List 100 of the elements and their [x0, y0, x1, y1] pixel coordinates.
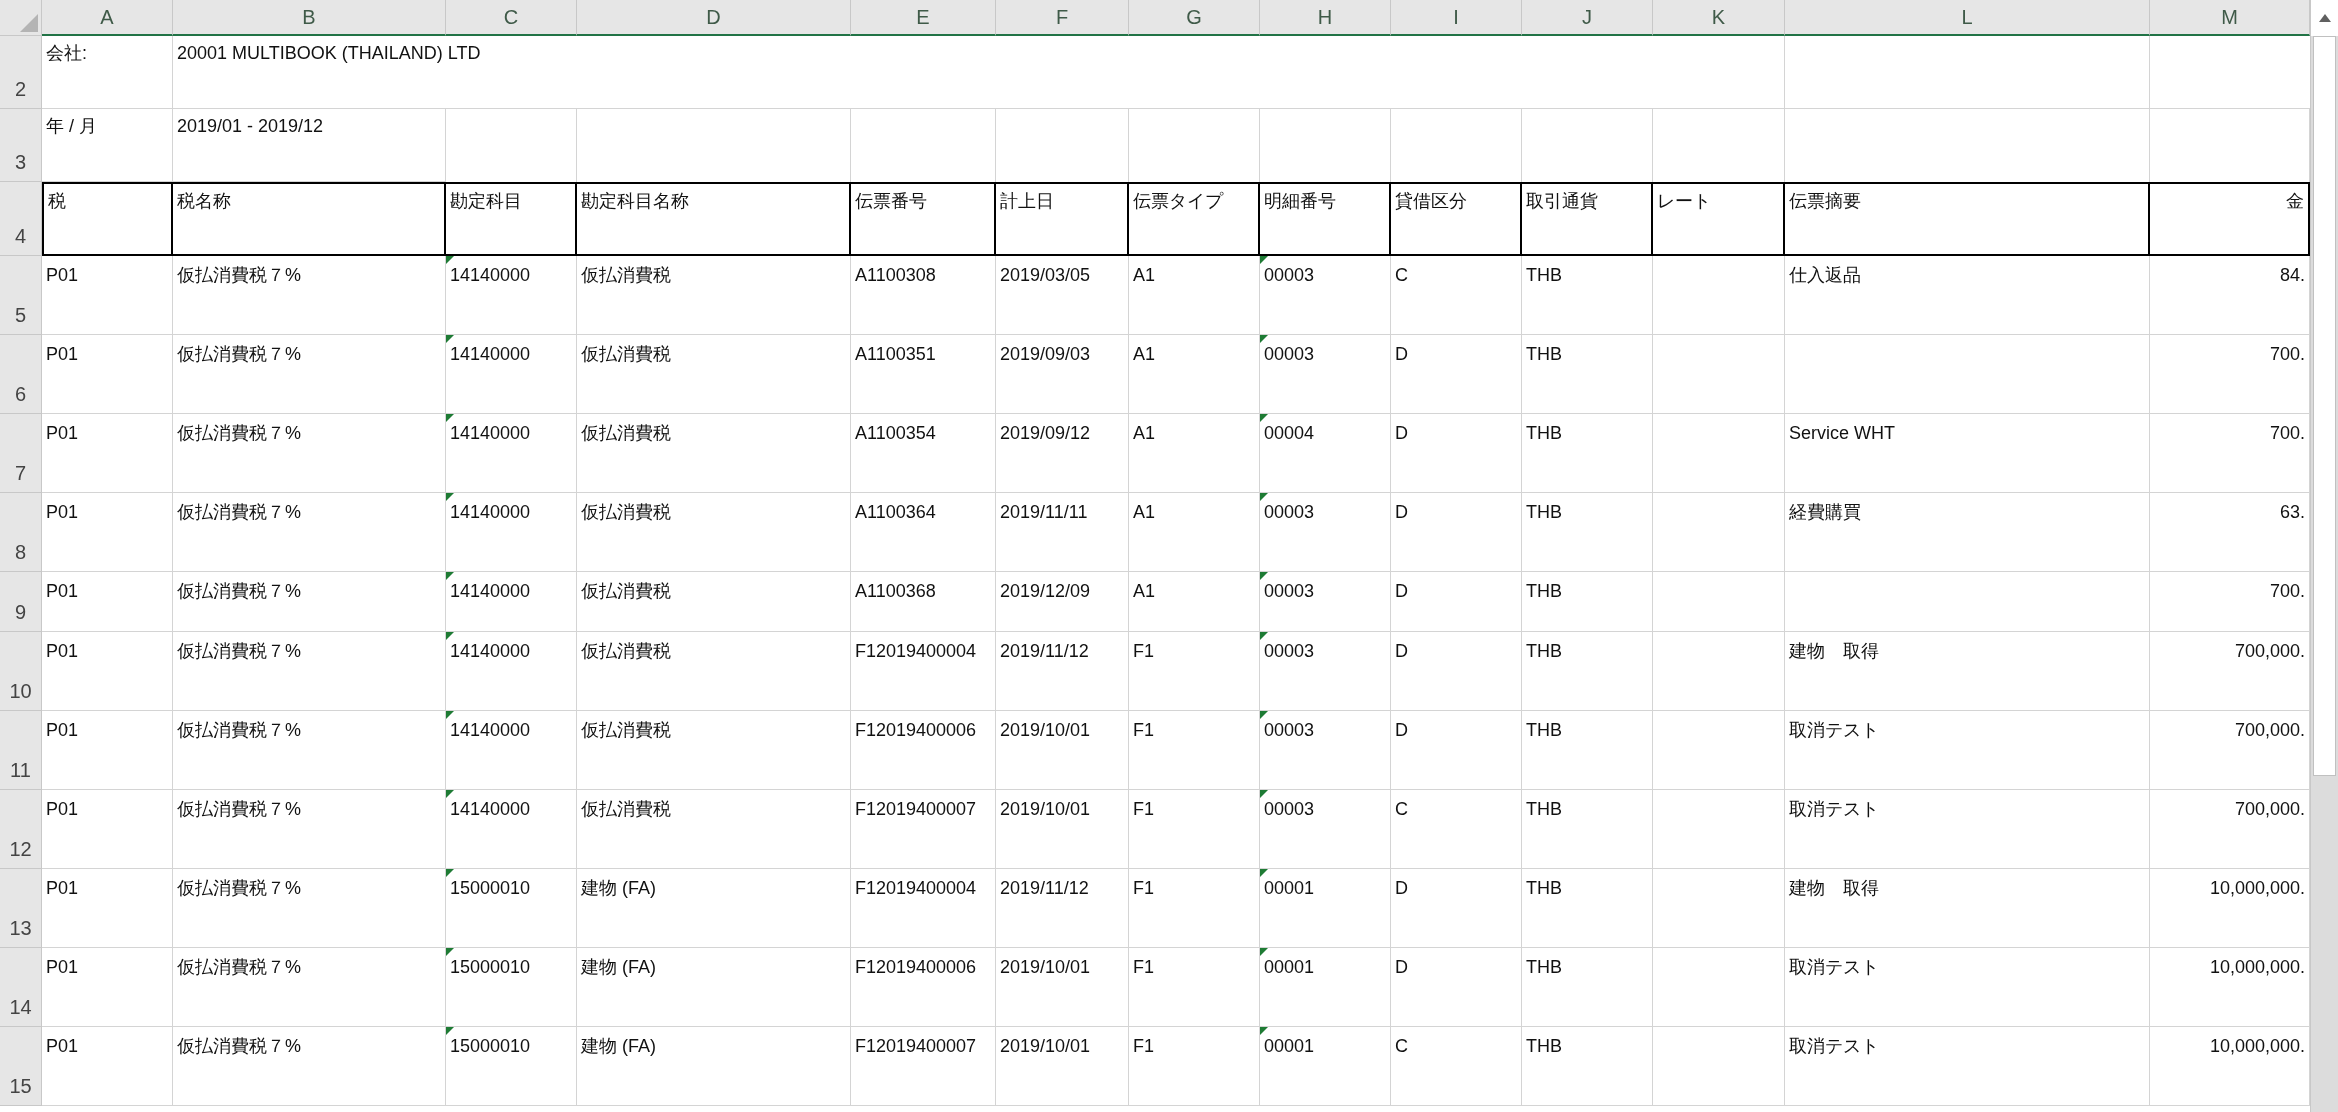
table-cell-text: P01	[46, 1035, 79, 1058]
column-header[interactable]: D	[577, 0, 851, 36]
table-cell-text: D	[1395, 343, 1408, 366]
table-cell-text: P01	[46, 343, 79, 366]
column-header[interactable]: E	[851, 0, 996, 36]
row-number[interactable]: 7	[14, 458, 27, 488]
table-cell-text: P01	[46, 640, 79, 663]
table-cell-text: THB	[1526, 640, 1562, 663]
table-cell-text: 14140000	[450, 719, 531, 742]
table-cell-text: 00003	[1264, 343, 1315, 366]
column-heading: 伝票摘要	[1789, 190, 1861, 213]
scrollbar-thumb[interactable]	[2313, 36, 2336, 776]
row-number[interactable]: 4	[14, 221, 27, 251]
row-number[interactable]: 11	[10, 755, 31, 785]
table-cell-text: C	[1395, 798, 1408, 821]
error-indicator-icon	[1260, 869, 1268, 877]
table-cell-text: A1	[1133, 501, 1156, 524]
table-cell-text: 仮払消費税	[581, 343, 671, 366]
column-header[interactable]: F	[996, 0, 1129, 36]
error-indicator-icon	[1260, 632, 1268, 640]
table-cell-text: F1	[1133, 798, 1154, 821]
table-cell-text: 仮払消費税７%	[177, 640, 301, 663]
table-cell-text: 2019/11/12	[1000, 877, 1089, 900]
table-cell-text: A1100351	[855, 343, 936, 366]
column-heading: 金	[2286, 190, 2304, 213]
table-cell-text: A1	[1133, 580, 1156, 603]
table-cell-text: 仮払消費税７%	[177, 264, 301, 287]
row-number[interactable]: 6	[14, 379, 27, 409]
table-cell-text: 14140000	[450, 580, 531, 603]
column-header[interactable]: M	[2150, 0, 2310, 36]
table-cell-text: 建物 取得	[1789, 640, 1879, 663]
row-number[interactable]: 8	[14, 537, 27, 567]
column-heading: 税	[48, 190, 66, 213]
column-header[interactable]: G	[1129, 0, 1260, 36]
column-header[interactable]: J	[1522, 0, 1653, 36]
table-cell-text: 00004	[1264, 422, 1315, 445]
row-number[interactable]: 5	[14, 300, 27, 330]
table-cell-text: 2019/12/09	[1000, 580, 1091, 603]
table-cell-text: 2019/10/01	[1000, 719, 1091, 742]
table-cell-text: 仮払消費税	[581, 422, 671, 445]
table-cell-text: 取消テスト	[1789, 719, 1879, 742]
table-cell-text: 仮払消費税７%	[177, 877, 301, 900]
table-cell-text: D	[1395, 422, 1408, 445]
column-header[interactable]: C	[446, 0, 577, 36]
column-header[interactable]: K	[1653, 0, 1785, 36]
table-cell-text: 15000010	[450, 956, 531, 979]
table-cell-text: F1	[1133, 640, 1154, 663]
table-cell-text: F12019400006	[855, 719, 977, 742]
table-cell-text: 仮払消費税	[581, 264, 671, 287]
column-heading: レート	[1657, 190, 1711, 213]
row-number[interactable]: 9	[14, 597, 27, 627]
error-indicator-icon	[446, 493, 454, 501]
table-cell-text: D	[1395, 956, 1408, 979]
table-cell-text: 2019/09/03	[1000, 343, 1091, 366]
table-cell-text: 700,000.	[2234, 719, 2305, 742]
table-cell-text: D	[1395, 640, 1408, 663]
label-text: 年 / 月	[46, 116, 97, 136]
table-cell-text: 建物 (FA)	[581, 956, 656, 979]
table-cell-text: Service WHT	[1789, 422, 1895, 445]
select-all-icon[interactable]	[20, 14, 38, 32]
table-cell-text: THB	[1526, 422, 1562, 445]
table-cell-text: 700.	[2269, 580, 2305, 603]
table-cell-text: 取消テスト	[1789, 1035, 1879, 1058]
table-cell-text: P01	[46, 877, 79, 900]
column-header[interactable]: L	[1785, 0, 2150, 36]
column-header[interactable]: B	[173, 0, 446, 36]
column-heading: 税名称	[177, 190, 231, 213]
table-cell-text: 14140000	[450, 501, 531, 524]
table-cell-text: 取消テスト	[1789, 798, 1879, 821]
error-indicator-icon	[1260, 256, 1268, 264]
error-indicator-icon	[446, 414, 454, 422]
table-cell-text: 仕入返品	[1789, 264, 1861, 287]
column-heading: 明細番号	[1264, 190, 1336, 213]
table-cell-text: 仮払消費税	[581, 798, 671, 821]
table-cell-text: 10,000,000.	[2209, 877, 2305, 900]
value-text: 20001 MULTIBOOK (THAILAND) LTD	[177, 43, 481, 63]
table-cell-text: 2019/11/12	[1000, 640, 1089, 663]
table-cell-text: P01	[46, 501, 79, 524]
table-cell-text: 14140000	[450, 343, 531, 366]
error-indicator-icon	[1260, 1027, 1268, 1035]
table-cell-text: THB	[1526, 264, 1562, 287]
table-cell-text: 仮払消費税	[581, 501, 671, 524]
row-number[interactable]: 3	[14, 147, 27, 177]
table-cell-text: 14140000	[450, 422, 531, 445]
table-cell-text: THB	[1526, 580, 1562, 603]
column-heading: 伝票番号	[855, 190, 927, 213]
column-header[interactable]: A	[42, 0, 173, 36]
vertical-scrollbar[interactable]	[2310, 0, 2338, 1112]
table-cell-text: F12019400007	[855, 798, 977, 821]
table-cell-text: 2019/09/12	[1000, 422, 1091, 445]
table-cell-text: 仮払消費税	[581, 719, 671, 742]
table-cell-text: 00003	[1264, 580, 1315, 603]
table-cell-text: 2019/03/05	[1000, 264, 1091, 287]
table-cell-text: 仮払消費税７%	[177, 501, 301, 524]
scroll-up-icon[interactable]	[2318, 14, 2331, 22]
table-cell-text: THB	[1526, 1035, 1562, 1058]
row-number[interactable]: 2	[14, 74, 27, 104]
column-header[interactable]: I	[1391, 0, 1522, 36]
column-header[interactable]: H	[1260, 0, 1391, 36]
error-indicator-icon	[1260, 790, 1268, 798]
